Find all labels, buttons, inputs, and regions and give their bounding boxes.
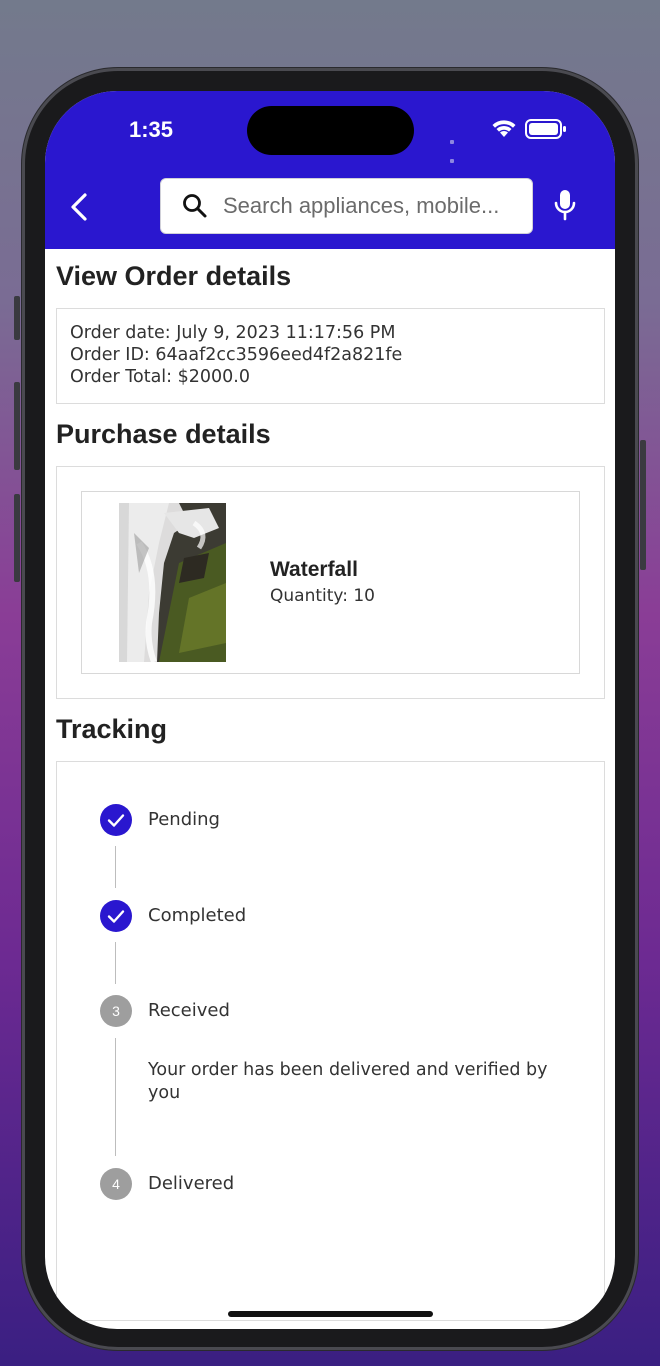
- search-input[interactable]: [223, 191, 523, 221]
- volume-down-button[interactable]: [14, 494, 20, 582]
- step-received-number-icon: 3: [100, 995, 132, 1027]
- order-id: Order ID: 64aaf2cc3596eed4f2a821fe: [70, 345, 403, 365]
- tracking-title: Tracking: [56, 714, 168, 744]
- step-connector: [115, 1038, 116, 1156]
- product-image: [119, 503, 226, 662]
- step-received-label: Received: [148, 1000, 230, 1021]
- step-connector: [115, 942, 116, 984]
- app-header: 1:35: [45, 91, 615, 249]
- tracking-card: Pending Completed 3 Received Your order …: [56, 761, 605, 1321]
- product-quantity: Quantity: 10: [270, 586, 375, 606]
- step-connector: [115, 846, 116, 888]
- order-details-title: View Order details: [56, 261, 292, 291]
- wifi-icon: [492, 120, 516, 137]
- step-delivered-number-icon: 4: [100, 1168, 132, 1200]
- order-total: Order Total: $2000.0: [70, 367, 250, 387]
- purchase-details-title: Purchase details: [56, 419, 271, 449]
- status-time: 1:35: [129, 117, 174, 142]
- dynamic-island: [247, 106, 414, 155]
- purchase-details-card: Waterfall Quantity: 10: [56, 466, 605, 699]
- step-delivered-label: Delivered: [148, 1173, 235, 1194]
- mic-icon[interactable]: [551, 188, 579, 222]
- power-button[interactable]: [640, 440, 646, 570]
- back-button[interactable]: [61, 189, 101, 229]
- product-item[interactable]: Waterfall Quantity: 10: [81, 491, 580, 674]
- volume-up-button[interactable]: [14, 382, 20, 470]
- home-indicator[interactable]: [228, 1311, 433, 1317]
- order-summary-card: Order date: July 9, 2023 11:17:56 PM Ord…: [56, 308, 605, 404]
- search-icon: [183, 194, 207, 218]
- order-date: Order date: July 9, 2023 11:17:56 PM: [70, 323, 396, 343]
- product-name: Waterfall: [270, 558, 358, 581]
- app-screen: 1:35 Search appliances, mobile... View O…: [45, 91, 615, 1329]
- step-received-description: Your order has been delivered and verifi…: [148, 1060, 548, 1103]
- step-completed-label: Completed: [148, 905, 247, 926]
- step-completed-check-icon: [100, 900, 132, 932]
- battery-icon: [525, 119, 566, 139]
- step-pending-label: Pending: [148, 809, 220, 830]
- back-chevron-icon: [71, 193, 87, 221]
- step-pending-check-icon: [100, 804, 132, 836]
- silent-switch[interactable]: [14, 296, 20, 340]
- search-bar[interactable]: [160, 178, 533, 234]
